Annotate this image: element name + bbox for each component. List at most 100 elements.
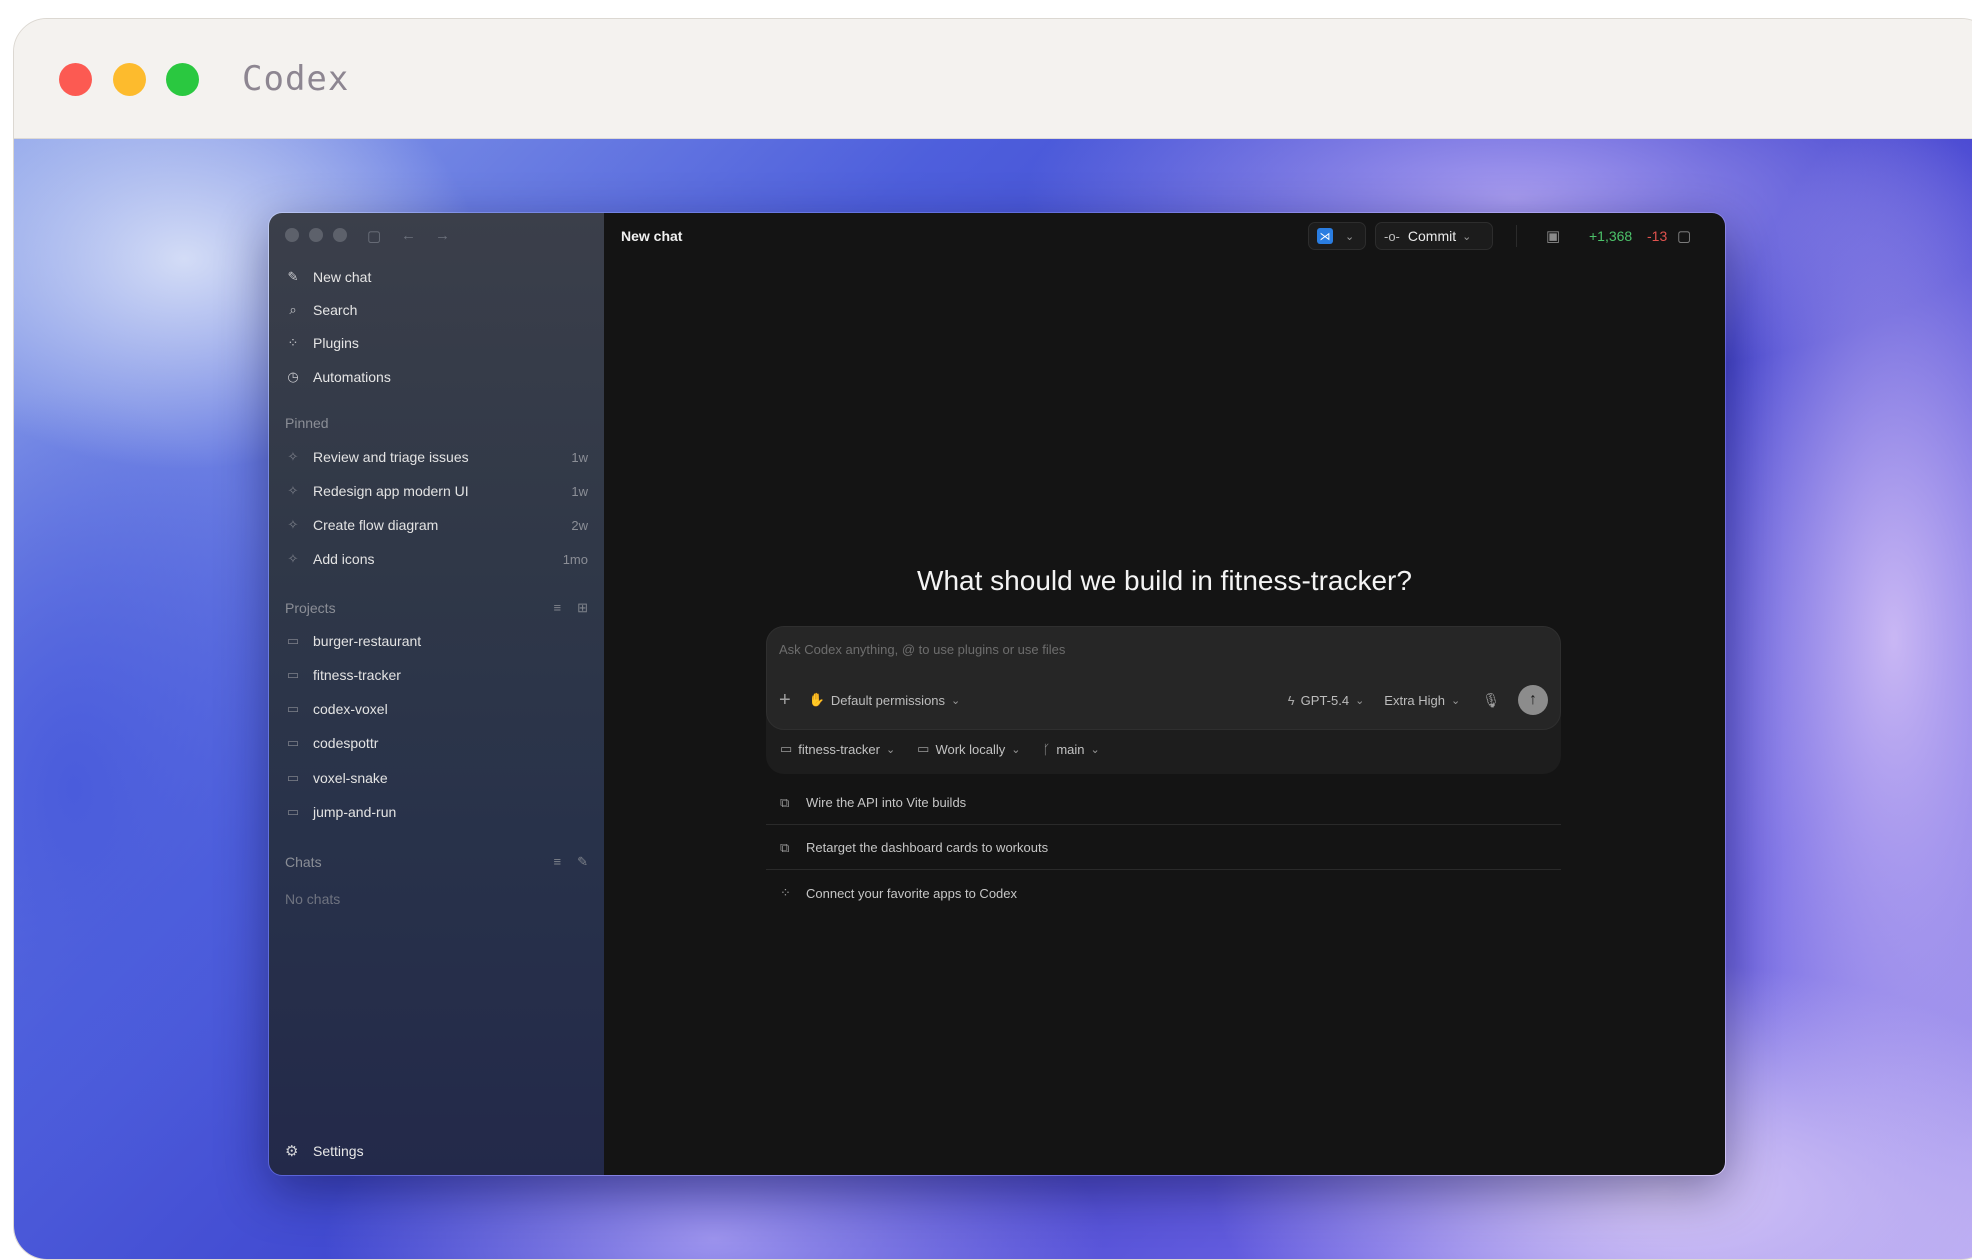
grid-icon: ⁘ — [780, 885, 791, 900]
filter-icon[interactable]: ≡ — [554, 600, 562, 616]
new-folder-icon[interactable]: ⊞ — [577, 600, 588, 616]
composer-toolbar: + ✋ Default permissions ⌄ ϟ GPT-5.4 ⌄ Ex… — [779, 685, 1548, 715]
branch-selector[interactable]: ᚴ main ⌄ — [1043, 742, 1100, 757]
diff-added-count: +1,368 — [1589, 228, 1633, 244]
panel-toggle-icon[interactable]: ▢ — [1677, 227, 1691, 245]
diff-removed-count: -13 — [1647, 228, 1668, 244]
chats-empty-text: No chats — [285, 891, 341, 907]
chevron-down-icon: ⌄ — [1451, 694, 1461, 707]
permissions-label: Default permissions — [830, 692, 946, 708]
location-label: Work locally — [935, 741, 1006, 757]
terminal-icon[interactable]: ▣ — [1546, 227, 1560, 245]
folder-icon: ▭ — [286, 735, 300, 750]
reasoning-selector[interactable]: Extra High ⌄ — [1384, 693, 1460, 708]
composer-input[interactable]: Ask Codex anything, @ to use plugins or … — [779, 642, 1065, 657]
composer[interactable]: Ask Codex anything, @ to use plugins or … — [766, 626, 1561, 730]
pinned-item-label: Create flow diagram — [313, 517, 439, 533]
project-item[interactable]: ▭ voxel-snake — [285, 766, 588, 790]
outer-window-title: Codex — [242, 59, 350, 99]
suggestion-label: Connect your favorite apps to Codex — [806, 885, 1018, 901]
search-icon: ⌕ — [289, 302, 297, 317]
pin-icon: ✧ — [287, 449, 299, 464]
chats-actions: ≡ ✎ — [554, 854, 589, 870]
project-item-label: fitness-tracker — [313, 667, 401, 683]
chevron-down-icon: ⌄ — [1355, 694, 1365, 707]
nav-plugins[interactable]: ⁘ Plugins — [285, 331, 359, 355]
composer-container: Ask Codex anything, @ to use plugins or … — [766, 626, 1561, 774]
suggestion-label: Wire the API into Vite builds — [806, 795, 967, 810]
chevron-down-icon: ⌄ — [1345, 230, 1355, 243]
pinned-item[interactable]: ✧ Add icons 1mo — [285, 547, 588, 571]
vscode-icon: ⋊ — [1317, 228, 1333, 244]
send-button[interactable]: ↑ — [1518, 685, 1548, 715]
project-selector[interactable]: ▭ fitness-tracker ⌄ — [780, 741, 895, 757]
grid-icon: ⁘ — [287, 335, 299, 350]
pinned-item-label: Redesign app modern UI — [313, 483, 469, 499]
main-panel: New chat ⋊ ⌄ -o- Commit ⌄ ▣ +1,368 -13 ▢… — [604, 213, 1725, 1175]
sidebar-toggle-icon[interactable]: ▢ — [367, 227, 381, 245]
outer-titlebar: Codex — [14, 19, 1972, 139]
add-attachment-icon[interactable]: + — [779, 689, 791, 712]
back-arrow-icon[interactable]: ← — [401, 227, 416, 244]
nav-label: Automations — [313, 369, 391, 385]
filter-icon[interactable]: ≡ — [554, 854, 562, 870]
suggestion-item[interactable]: ⧉ Wire the API into Vite builds — [766, 781, 1561, 825]
pin-icon: ✧ — [287, 551, 299, 566]
nav-search[interactable]: ⌕ Search — [285, 298, 357, 322]
folder-icon: ▭ — [286, 633, 300, 648]
close-button[interactable] — [59, 63, 92, 96]
settings-button[interactable]: ⚙ Settings — [285, 1139, 364, 1163]
link-icon: ⧉ — [780, 794, 790, 810]
project-item[interactable]: ▭ jump-and-run — [285, 800, 588, 824]
pinned-item[interactable]: ✧ Review and triage issues 1w — [285, 445, 588, 469]
minimize-button[interactable] — [113, 63, 146, 96]
project-item-label: burger-restaurant — [313, 633, 422, 649]
chevron-down-icon: ⌄ — [951, 694, 961, 707]
arrow-up-icon: ↑ — [1529, 691, 1537, 708]
nav-label: New chat — [313, 269, 372, 285]
git-branch-icon: ᚴ — [1042, 741, 1051, 757]
permissions-selector[interactable]: ✋ Default permissions ⌄ — [809, 692, 961, 708]
pin-icon: ✧ — [287, 517, 299, 532]
project-item[interactable]: ▭ fitness-tracker — [285, 663, 588, 687]
project-item-label: codespottr — [313, 735, 379, 751]
maximize-button[interactable] — [166, 63, 199, 96]
chats-section-title: Chats — [285, 854, 322, 870]
pinned-item-label: Add icons — [313, 551, 375, 567]
project-item[interactable]: ▭ burger-restaurant — [285, 629, 588, 653]
project-item[interactable]: ▭ codespottr — [285, 731, 588, 755]
open-in-editor-button[interactable]: ⋊ ⌄ — [1308, 222, 1366, 250]
clock-icon: ◷ — [287, 369, 299, 384]
commit-button[interactable]: -o- Commit ⌄ — [1375, 222, 1493, 250]
model-label: GPT-5.4 — [1300, 692, 1350, 708]
forward-arrow-icon[interactable]: → — [435, 227, 450, 244]
reasoning-label: Extra High — [1384, 692, 1445, 708]
compose-icon[interactable]: ✎ — [577, 854, 588, 870]
microphone-icon[interactable]: 🎙︎ — [1482, 692, 1500, 709]
app-close-button[interactable] — [285, 228, 299, 242]
pinned-item[interactable]: ✧ Create flow diagram 2w — [285, 513, 588, 537]
project-item[interactable]: ▭ codex-voxel — [285, 697, 588, 721]
app-minimize-button[interactable] — [309, 228, 323, 242]
projects-actions: ≡ ⊞ — [554, 600, 589, 616]
chevron-down-icon: ⌄ — [885, 743, 896, 756]
nav-automations[interactable]: ◷ Automations — [285, 365, 391, 389]
pinned-item-age: 1w — [571, 483, 588, 499]
page-title: New chat — [621, 228, 683, 244]
link-icon: ⧉ — [780, 839, 790, 855]
pinned-item-label: Review and triage issues — [313, 449, 469, 465]
nav-new-chat[interactable]: ✎ New chat — [285, 265, 372, 289]
pinned-item-age: 2w — [571, 517, 588, 533]
suggestion-item[interactable]: ⁘ Connect your favorite apps to Codex — [766, 871, 1561, 915]
pinned-item[interactable]: ✧ Redesign app modern UI 1w — [285, 479, 588, 503]
codex-app-window: ▢ ← → ✎ New chat ⌕ Search ⁘ Plugins ◷ Au… — [268, 212, 1726, 1176]
model-selector[interactable]: ϟ GPT-5.4 ⌄ — [1288, 693, 1365, 708]
location-selector[interactable]: ▭ Work locally ⌄ — [917, 741, 1020, 757]
project-item-label: codex-voxel — [313, 701, 388, 717]
branch-label: main — [1056, 741, 1085, 757]
suggestion-item[interactable]: ⧉ Retarget the dashboard cards to workou… — [766, 826, 1561, 870]
project-label: fitness-tracker — [798, 741, 880, 757]
folder-icon: ▭ — [286, 770, 300, 785]
commit-label: Commit — [1407, 228, 1457, 244]
app-maximize-button[interactable] — [333, 228, 347, 242]
